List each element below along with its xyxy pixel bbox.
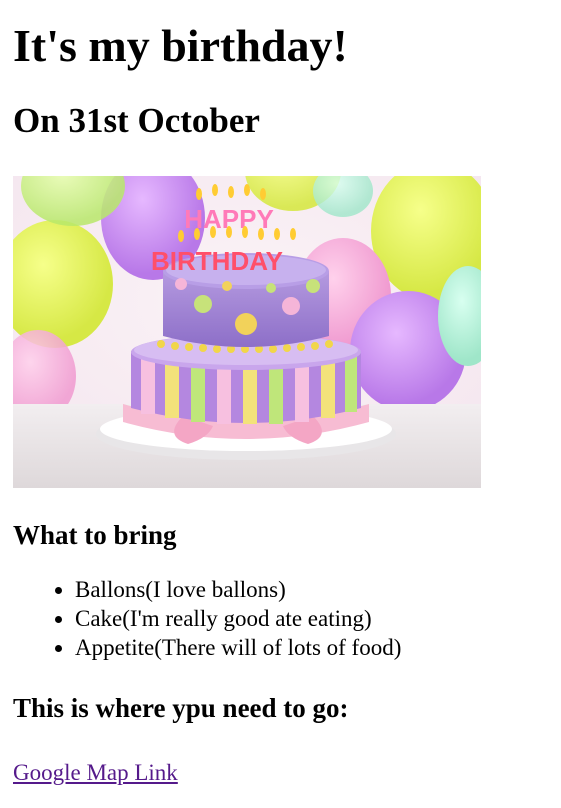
- candle-text-bottom: BIRTHDAY: [151, 246, 283, 276]
- where-heading: This is where ypu need to go:: [13, 693, 349, 723]
- list-item: Appetite(There will of lots of food): [75, 633, 548, 662]
- date-heading: On 31st October: [13, 101, 260, 140]
- bring-heading: What to bring: [13, 520, 177, 550]
- birthday-cake-image: HAPPY BIRTHDAY: [13, 176, 481, 488]
- google-map-link[interactable]: Google Map Link: [13, 758, 178, 787]
- bring-list: Ballons(I love ballons) Cake(I'm really …: [13, 575, 548, 662]
- list-item: Ballons(I love ballons): [75, 575, 548, 604]
- list-item: Cake(I'm really good ate eating): [75, 604, 548, 633]
- page-title: It's my birthday!: [13, 20, 348, 71]
